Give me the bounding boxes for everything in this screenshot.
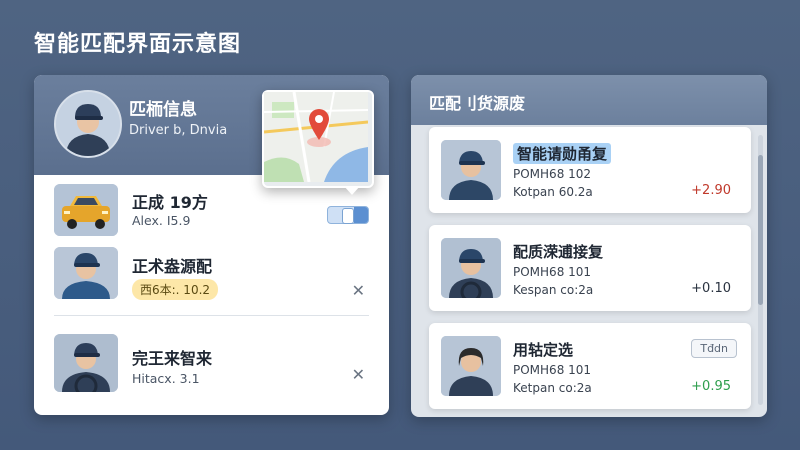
cargo-item[interactable]: 用轱定选 POMH68 101 Ketpan co:2a +0.95 Tđdn [429,323,751,409]
cargo-title: 配质溁逋接复 [513,243,604,261]
driver-thumb [54,247,118,299]
car-thumb [54,184,118,236]
status-badge: 西6本:. 10.2 [132,279,219,300]
map-preview[interactable] [262,90,374,195]
cargo-detail: Kotpan 60.2a [513,185,593,199]
driver-thumb [54,334,118,392]
driver-header-subtitle: Driver b, Dnvia [129,123,228,138]
driver-thumb [441,238,501,298]
cargo-item[interactable]: 智能请勋甬复 POMH68 102 Kotpan 60.2a +2.90 [429,127,751,213]
divider [54,315,369,316]
cargo-value: +0.95 [691,379,731,394]
scrollbar[interactable] [758,135,763,405]
row-subtitle: Alex. I5.9 [132,213,191,228]
cargo-detail: Kespan co:2a [513,283,594,297]
driver-thumb [441,140,501,200]
cargo-title: 用轱定选 [513,341,574,359]
cargo-code: POMH68 101 [513,363,592,377]
action-button[interactable]: Tđdn [691,339,737,358]
row-title: 正成 19方 [132,193,208,212]
cargo-value: +2.90 [691,183,731,198]
driver-header-name: 匹栭信息 [129,100,197,120]
cargo-title: 智能请勋甬复 [513,143,612,164]
row-subtitle: Hitacx. 3.1 [132,371,200,386]
cargo-match-panel: 匹配刂货源废 智能请勋甬复 POMH68 102 Kotpan 60.2a +2… [411,75,767,417]
close-icon[interactable]: ✕ [352,365,365,384]
cargo-value: +0.10 [691,281,731,296]
cargo-item[interactable]: 配质溁逋接复 POMH68 101 Kespan co:2a +0.10 [429,225,751,311]
list-item[interactable]: 完王来智来 Hitacx. 3.1 ✕ [34,325,389,405]
list-item[interactable]: 正术盎源配 西6本:. 10.2 ✕ [34,245,389,315]
page-title: 智能匹配界面示意图 [34,32,242,57]
row-title: 正术盎源配 [132,257,213,276]
cargo-code: POMH68 101 [513,265,592,279]
cargo-panel-header: 匹配刂货源废 [411,75,767,125]
cargo-panel-title: 匹配刂货源废 [429,94,526,113]
row-title: 完王来智来 [132,349,213,368]
cargo-code: POMH68 102 [513,167,592,181]
match-toggle[interactable] [327,206,369,224]
close-icon[interactable]: ✕ [352,281,365,300]
cargo-detail: Ketpan co:2a [513,381,592,395]
scrollbar-thumb[interactable] [758,155,763,305]
driver-thumb [441,336,501,396]
driver-avatar [54,90,122,158]
